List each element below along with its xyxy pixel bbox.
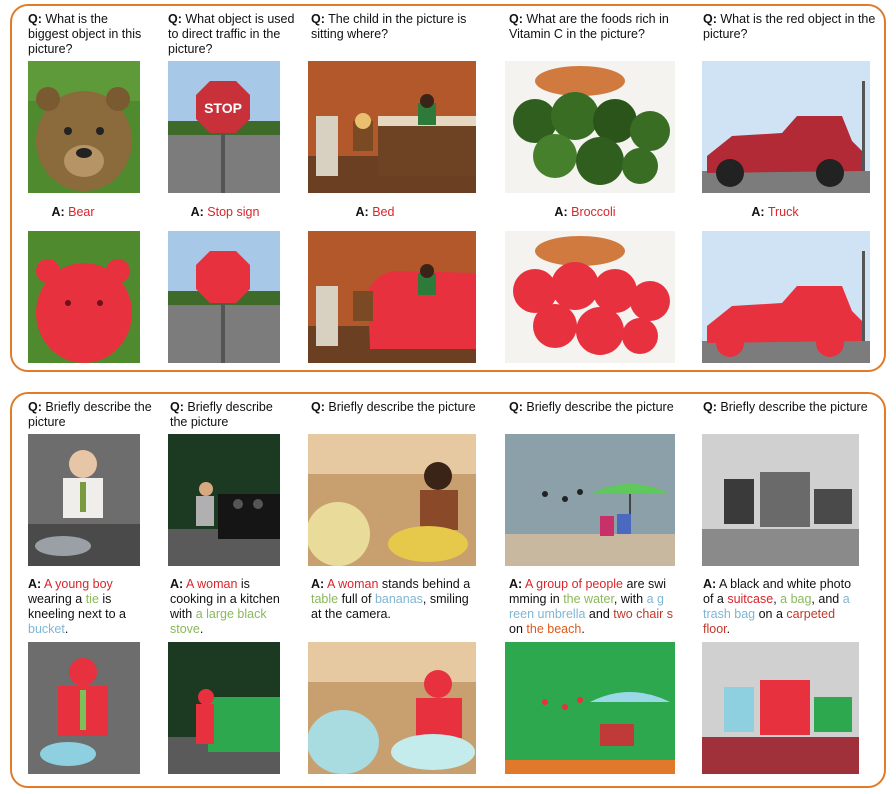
question-1: Q: What is the biggest object in this pi… bbox=[28, 12, 142, 56]
description-3: A: A woman stands behind a table full of… bbox=[311, 577, 471, 621]
bear-mask-image bbox=[28, 231, 140, 363]
question-5: Q: What is the red object in the picture… bbox=[703, 12, 876, 41]
beach-mask-image bbox=[505, 642, 675, 774]
broccoli-image bbox=[505, 61, 675, 193]
truck-image bbox=[702, 61, 870, 193]
description-2: A: A woman is cooking in a kitchen with … bbox=[170, 577, 280, 636]
answer-3: A: Bed bbox=[355, 205, 395, 219]
banana-table-image bbox=[308, 434, 476, 566]
beach-image bbox=[505, 434, 675, 566]
question-8: Q: Briefly describe the picture bbox=[311, 400, 476, 414]
kitchen-mask-image bbox=[168, 642, 280, 774]
bedroom-mask-image bbox=[308, 231, 476, 363]
svg-text:STOP: STOP bbox=[204, 100, 242, 116]
stop-sign-mask-image bbox=[168, 231, 280, 363]
luggage-image bbox=[702, 434, 859, 566]
bedroom-image bbox=[308, 61, 476, 193]
description-4: A: A group of people are swi mming in th… bbox=[509, 577, 673, 636]
answer-5: A: Truck bbox=[751, 205, 799, 219]
description-1: A: A young boy wearing a tie is kneeling… bbox=[28, 577, 126, 636]
question-7: Q: Briefly describe the picture bbox=[170, 400, 273, 429]
answer-2: A: Stop sign bbox=[190, 205, 260, 219]
kitchen-image bbox=[168, 434, 280, 566]
broccoli-mask-image bbox=[505, 231, 675, 363]
answer-1: A: Bear bbox=[51, 205, 95, 219]
truck-mask-image bbox=[702, 231, 870, 363]
boy-image bbox=[28, 434, 140, 566]
question-6: Q: Briefly describe the picture bbox=[28, 400, 152, 429]
answer-4: A: Broccoli bbox=[554, 205, 616, 219]
question-4: Q: What are the foods rich in Vitamin C … bbox=[509, 12, 669, 41]
question-10: Q: Briefly describe the picture bbox=[703, 400, 868, 414]
description-5: A: A black and white photo of a suitcase… bbox=[703, 577, 852, 636]
question-9: Q: Briefly describe the picture bbox=[509, 400, 674, 414]
stop-sign-image: STOP bbox=[168, 61, 280, 193]
bear-image bbox=[28, 61, 140, 193]
luggage-mask-image bbox=[702, 642, 859, 774]
question-3: Q: The child in the picture is sitting w… bbox=[311, 12, 467, 41]
boy-mask-image bbox=[28, 642, 140, 774]
banana-table-mask-image bbox=[308, 642, 476, 774]
question-2: Q: What object is used to direct traffic… bbox=[168, 12, 295, 56]
